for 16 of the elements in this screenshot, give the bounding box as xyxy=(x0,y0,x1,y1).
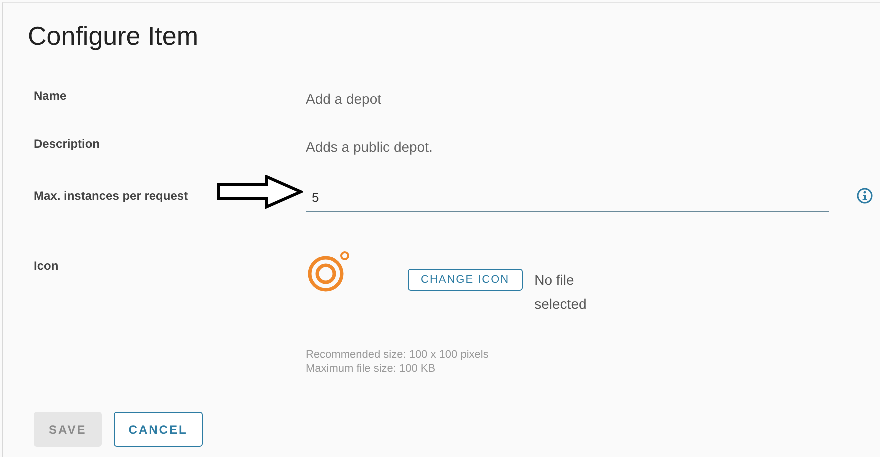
field-label: Description xyxy=(34,137,102,151)
field-value: Adds a public depot. xyxy=(306,138,433,155)
field-value: Add a depot xyxy=(306,90,382,107)
field-label: Max. instances per request xyxy=(34,188,190,203)
instances-input[interactable]: 5 xyxy=(306,190,829,212)
cancel-button[interactable]: CANCEL xyxy=(114,412,203,447)
info-icon[interactable] xyxy=(857,188,873,204)
change-icon-button[interactable]: CHANGE ICON xyxy=(408,269,523,291)
arrow-icon xyxy=(217,175,303,209)
field-label: Name xyxy=(34,89,68,103)
field-label: Icon xyxy=(34,259,60,273)
hint-text: Maximum file size: 100 KB xyxy=(306,362,437,376)
hint-text: Recommended size: 100 x 100 pixels xyxy=(306,348,490,362)
file-status: No file selected xyxy=(534,271,588,314)
target-icon xyxy=(306,251,352,293)
dialog-title: Configure Item xyxy=(28,21,200,53)
